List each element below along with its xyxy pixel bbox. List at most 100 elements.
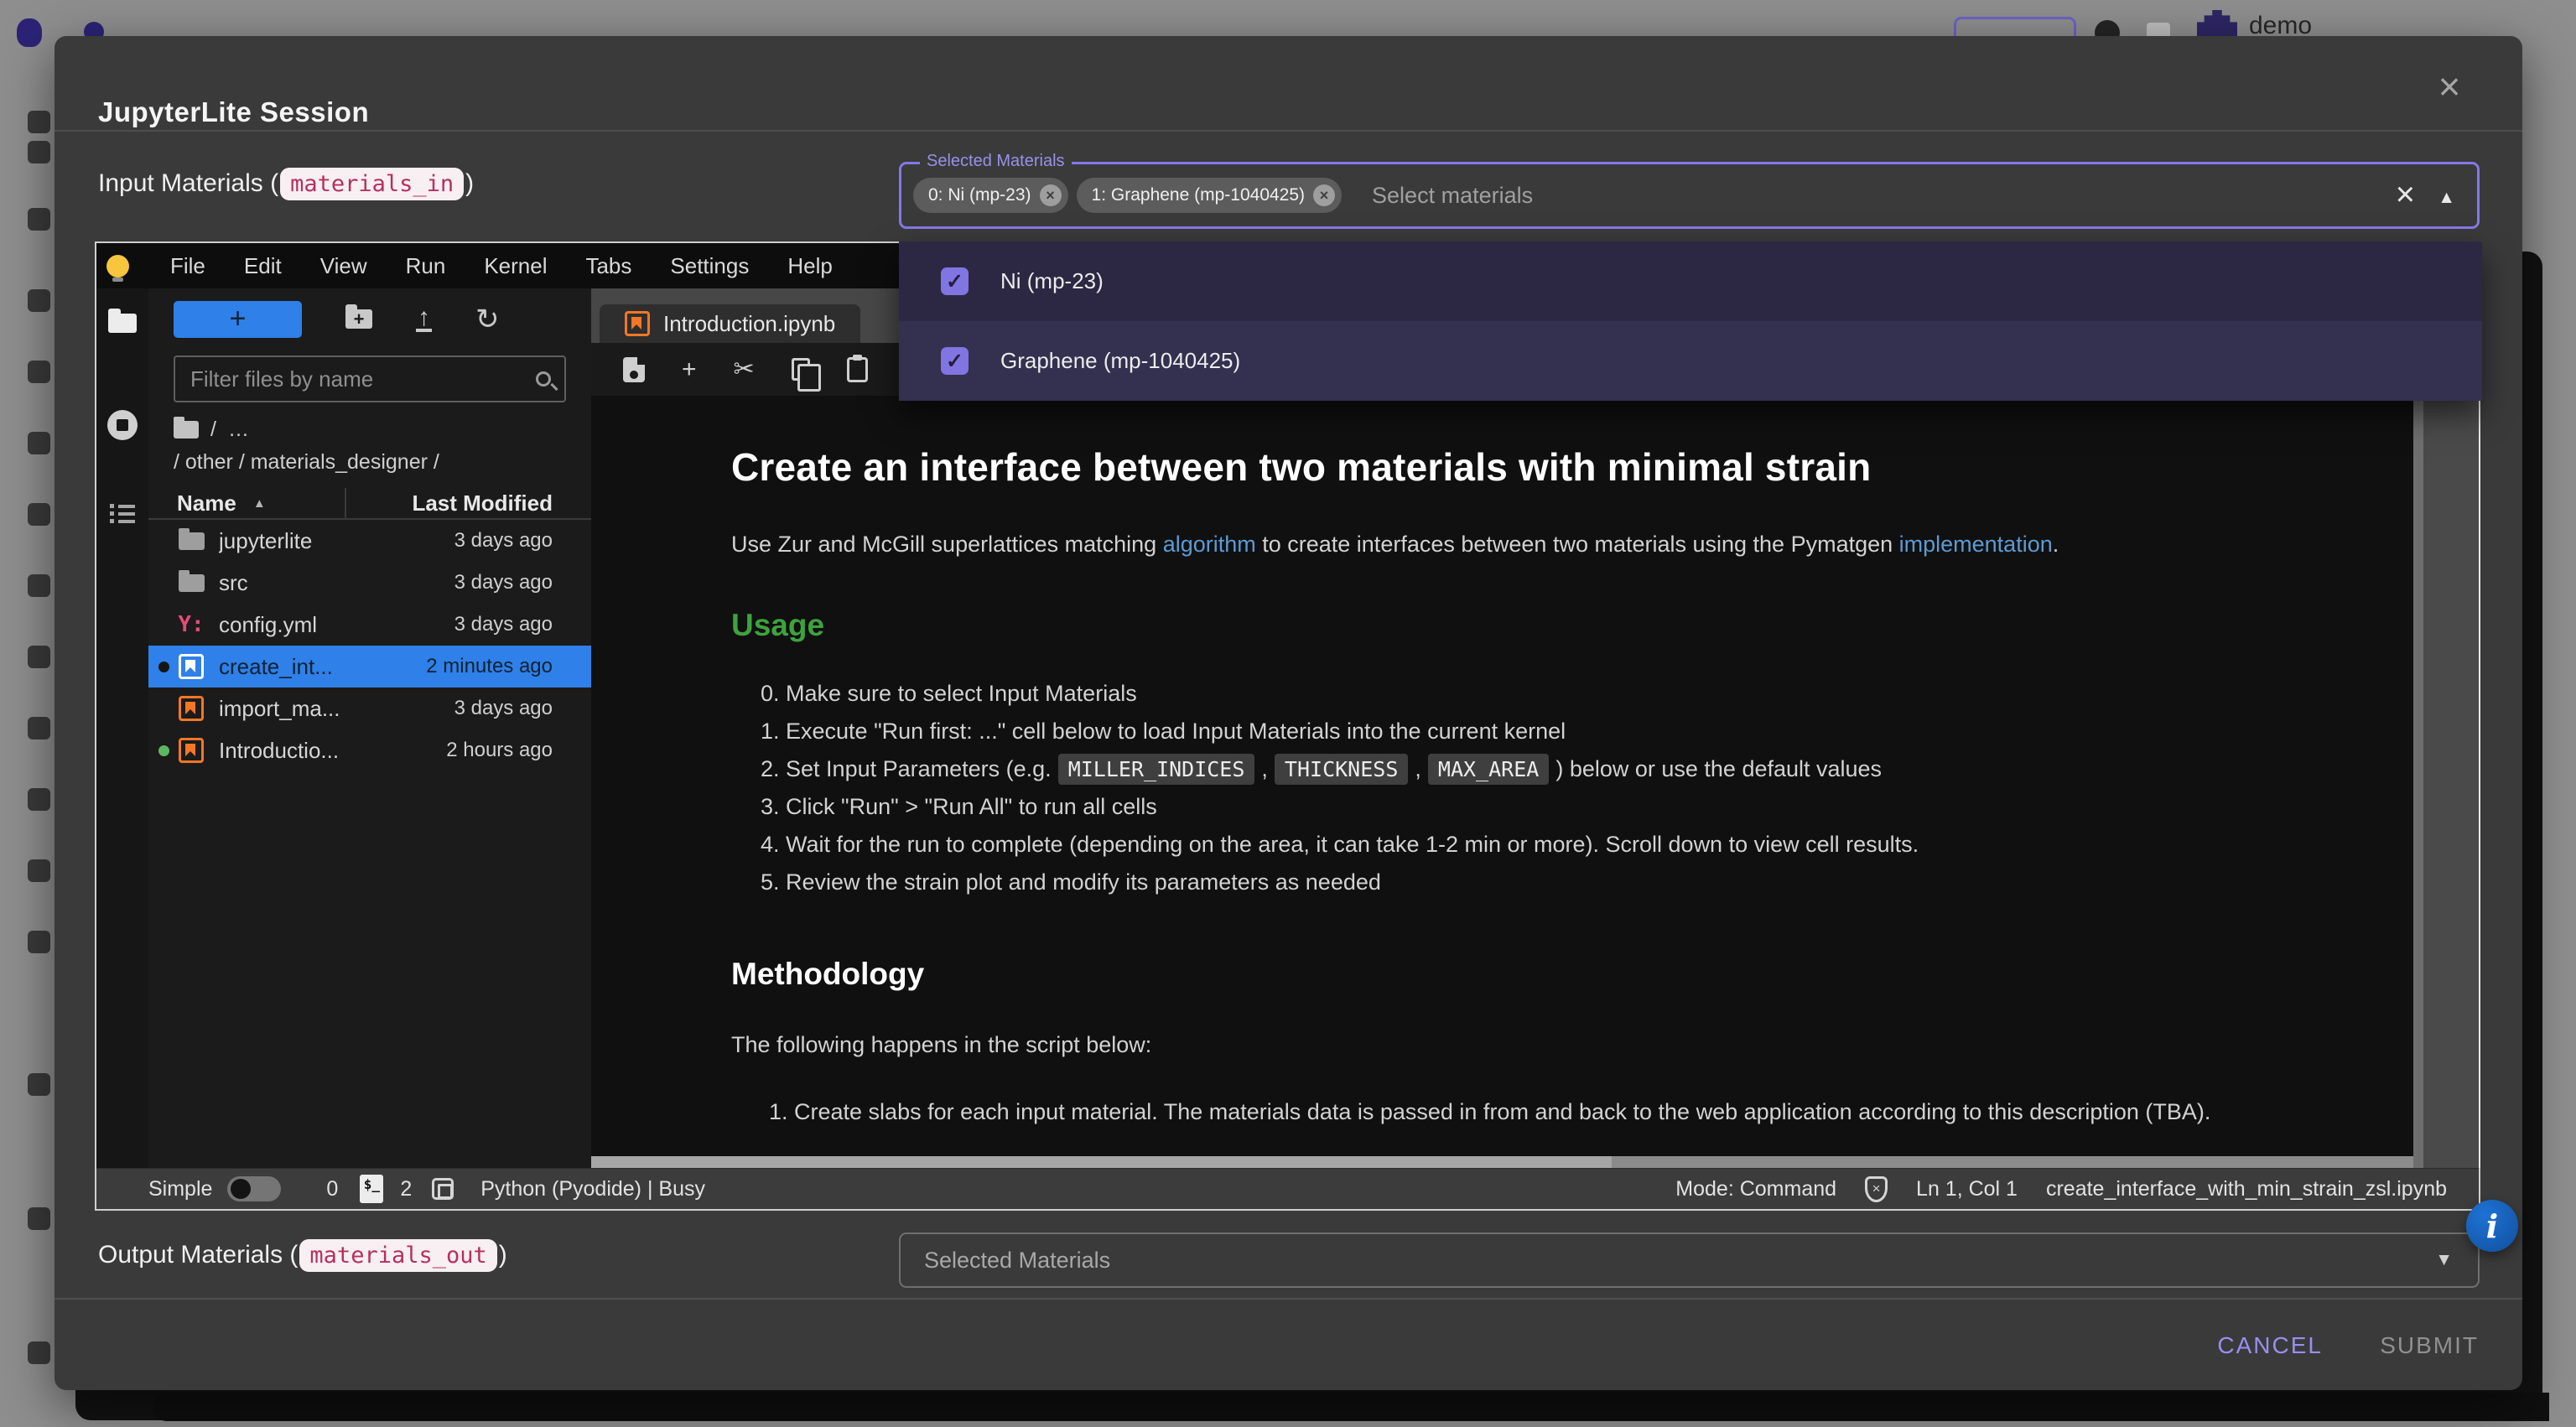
- horizontal-scrollbar[interactable]: [591, 1156, 2413, 1168]
- screen: demo JupyterLite Session × Input Materia…: [0, 0, 2576, 1427]
- refresh-icon[interactable]: ↻: [475, 307, 500, 332]
- file-row-config[interactable]: Y: config.yml 3 days ago: [148, 604, 591, 646]
- menu-run[interactable]: Run: [387, 253, 465, 279]
- header-divider: [55, 130, 2522, 132]
- app-icon: [28, 574, 50, 597]
- input-materials-label: Input Materials (: [98, 169, 278, 198]
- tab-introduction-ipynb[interactable]: Introduction.ipynb: [600, 304, 860, 343]
- file-browser-tab-icon[interactable]: [108, 314, 137, 333]
- file-row-create-interface-selected[interactable]: create_int... 2 minutes ago: [148, 646, 591, 688]
- materials-in-code: materials_in: [280, 168, 464, 200]
- file-row-introduction[interactable]: Introductio... 2 hours ago: [148, 729, 591, 771]
- scrollbar-thumb[interactable]: [591, 1156, 1612, 1168]
- selected-materials-select[interactable]: Selected Materials 0: Ni (mp-23) × 1: Gr…: [899, 162, 2480, 229]
- column-last-modified[interactable]: Last Modified: [346, 490, 591, 516]
- menu-tabs[interactable]: Tabs: [566, 253, 651, 279]
- checkbox-checked-icon[interactable]: ✓: [941, 347, 969, 375]
- new-folder-button[interactable]: +: [345, 309, 372, 329]
- paste-icon[interactable]: [847, 357, 868, 382]
- chip-delete-icon[interactable]: ×: [1313, 184, 1335, 206]
- window-edge: [2479, 288, 2480, 1168]
- app-icon: [28, 361, 50, 383]
- file-list: jupyterlite 3 days ago src 3 days ago Y:…: [148, 520, 591, 771]
- yaml-file-icon: Y:: [178, 612, 204, 637]
- home-folder-icon[interactable]: [174, 421, 199, 438]
- code-max-area: MAX_AREA: [1428, 754, 1549, 785]
- close-icon[interactable]: ×: [2424, 63, 2475, 110]
- info-button[interactable]: i: [2466, 1200, 2518, 1252]
- table-of-contents-tab-icon[interactable]: [110, 502, 135, 524]
- command-mode-indicator: Mode: Command: [1675, 1177, 1836, 1201]
- dropdown-option-label: Ni (mp-23): [1000, 268, 1104, 294]
- save-icon[interactable]: [623, 357, 645, 382]
- file-row-import-material[interactable]: import_ma... 3 days ago: [148, 688, 591, 729]
- copy-icon[interactable]: [792, 358, 810, 381]
- select-label: Selected Materials: [920, 152, 1072, 171]
- clear-selection-icon[interactable]: ×: [2396, 176, 2415, 214]
- file-row-jupyterlite[interactable]: jupyterlite 3 days ago: [148, 520, 591, 562]
- simple-mode-label: Simple: [148, 1177, 212, 1201]
- breadcrumb-path[interactable]: / other / materials_designer /: [174, 450, 591, 475]
- notebook-icon: [179, 696, 204, 721]
- app-icon: [28, 788, 50, 811]
- dropdown-option-label: Graphene (mp-1040425): [1000, 348, 1240, 374]
- upload-icon[interactable]: ↑: [416, 307, 432, 332]
- breadcrumb-separator: /: [210, 418, 216, 442]
- simple-mode-toggle[interactable]: [227, 1176, 281, 1201]
- output-materials-select[interactable]: Selected Materials ▼: [899, 1232, 2480, 1288]
- dropdown-option-ni[interactable]: ✓ Ni (mp-23): [899, 241, 2482, 321]
- usage-list: 0. Make sure to select Input Materials 1…: [731, 675, 2380, 901]
- background-bottom-band: [153, 1393, 2549, 1421]
- new-launcher-button[interactable]: +: [174, 301, 302, 338]
- select-value-area: 0: Ni (mp-23) × 1: Graphene (mp-1040425)…: [901, 164, 2477, 226]
- main-dock-panel: Introduction.ipynb + ✂ ▶ Create an inter…: [591, 288, 2479, 1168]
- algorithm-link[interactable]: algorithm: [1163, 532, 1256, 557]
- dropdown-option-graphene[interactable]: ✓ Graphene (mp-1040425): [899, 321, 2482, 401]
- menu-edit[interactable]: Edit: [225, 253, 301, 279]
- collapse-icon[interactable]: ▲: [2438, 188, 2455, 208]
- file-row-src[interactable]: src 3 days ago: [148, 562, 591, 604]
- app-icon: [28, 503, 50, 526]
- app-icon: [28, 111, 50, 133]
- kernel-status-dot: [158, 662, 169, 672]
- menu-settings[interactable]: Settings: [651, 253, 768, 279]
- terminals-count: 0: [326, 1177, 338, 1201]
- app-icon: [28, 646, 50, 668]
- code-thickness: THICKNESS: [1275, 754, 1408, 785]
- kernel-status[interactable]: Python (Pyodide) | Busy: [480, 1177, 705, 1201]
- cancel-button[interactable]: CANCEL: [2217, 1327, 2323, 1364]
- trust-shield-icon: ×: [1865, 1176, 1888, 1202]
- submit-button[interactable]: SUBMIT: [2380, 1327, 2479, 1364]
- running-kernels-tab-icon[interactable]: [107, 410, 138, 440]
- tab-label: Introduction.ipynb: [663, 311, 835, 337]
- notebook-icon: [179, 738, 204, 763]
- cursor-position[interactable]: Ln 1, Col 1: [1916, 1177, 2018, 1201]
- jupyter-body: + + ↑ ↻: [96, 288, 2479, 1168]
- notebook-title: Create an interface between two material…: [731, 444, 2380, 490]
- chip-delete-icon[interactable]: ×: [1040, 184, 1062, 206]
- cut-icon[interactable]: ✂: [734, 357, 755, 382]
- usage-item-2: 2. Set Input Parameters (e.g.MILLER_INDI…: [731, 750, 2380, 788]
- breadcrumb-ellipsis[interactable]: …: [228, 418, 249, 442]
- checkbox-checked-icon[interactable]: ✓: [941, 267, 969, 295]
- app-icon: [28, 432, 50, 454]
- input-materials-label-close: ): [465, 169, 474, 198]
- implementation-link[interactable]: implementation: [1899, 532, 2053, 557]
- notebook-vertical-scrollbar[interactable]: [2413, 343, 2479, 1168]
- material-chip[interactable]: 0: Ni (mp-23) ×: [913, 178, 1068, 213]
- kernel-running-dot: [158, 745, 169, 756]
- usage-heading: Usage: [731, 608, 2380, 643]
- column-name[interactable]: Name ▲: [148, 488, 346, 518]
- menu-file[interactable]: File: [151, 253, 225, 279]
- filter-files-input[interactable]: [190, 366, 536, 392]
- app-icon: [28, 289, 50, 312]
- add-cell-icon[interactable]: +: [682, 357, 697, 382]
- usage-item-0: 0. Make sure to select Input Materials: [731, 675, 2380, 713]
- menu-view[interactable]: View: [301, 253, 387, 279]
- folder-icon: [179, 574, 205, 592]
- menu-kernel[interactable]: Kernel: [465, 253, 566, 279]
- usage-item-1: 1. Execute "Run first: ..." cell below t…: [731, 713, 2380, 750]
- menu-help[interactable]: Help: [768, 253, 851, 279]
- filter-files-box[interactable]: [174, 355, 566, 402]
- material-chip[interactable]: 1: Graphene (mp-1040425) ×: [1077, 178, 1343, 213]
